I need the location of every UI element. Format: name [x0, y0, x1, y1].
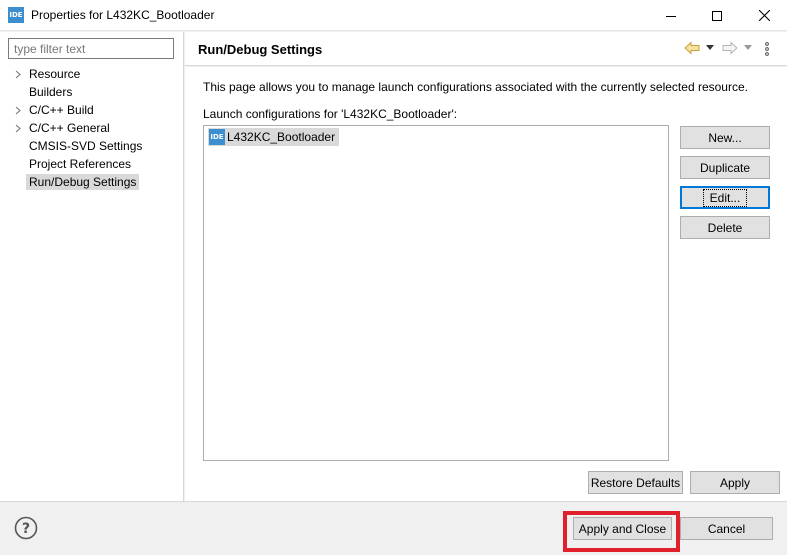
page-description: This page allows you to manage launch co… — [203, 80, 748, 94]
close-icon — [758, 10, 770, 21]
close-button[interactable] — [741, 0, 787, 31]
tree-item-label: C/C++ General — [29, 121, 110, 135]
back-button[interactable] — [684, 41, 700, 55]
list-item-label: L432KC_Bootloader — [227, 130, 336, 144]
tree-item-run-debug-settings[interactable]: Run/Debug Settings — [0, 173, 184, 191]
ide-app-icon: IDE — [8, 7, 24, 23]
tree-item-project-references[interactable]: Project References — [0, 155, 184, 173]
page-title: Run/Debug Settings — [198, 42, 323, 57]
navigation-pane: Resource Builders C/C++ Build C/C++ Gene… — [0, 32, 184, 501]
dropdown-arrow-icon — [744, 45, 752, 50]
cancel-button[interactable]: Cancel — [680, 517, 773, 540]
forward-menu-button[interactable] — [744, 45, 752, 50]
apply-button[interactable]: Apply — [690, 471, 780, 494]
edit-button-label: Edit... — [702, 188, 748, 207]
launch-configurations-label: Launch configurations for 'L432KC_Bootlo… — [203, 107, 458, 121]
tree-item-label: C/C++ Build — [29, 103, 94, 117]
dialog-button-bar: ? Apply and Close Cancel — [0, 501, 787, 555]
ide-config-icon: IDE — [209, 129, 225, 145]
help-button[interactable]: ? — [14, 516, 38, 540]
tree-item-resource[interactable]: Resource — [0, 65, 184, 83]
chevron-right-icon[interactable] — [13, 101, 23, 119]
page-header: Run/Debug Settings — [185, 32, 787, 66]
edit-button[interactable]: Edit... — [680, 186, 770, 209]
tree-item-label: Resource — [29, 67, 81, 81]
back-menu-button[interactable] — [706, 45, 714, 50]
page-body: This page allows you to manage launch co… — [185, 67, 787, 501]
tree-item-cpp-general[interactable]: C/C++ General — [0, 119, 184, 137]
back-arrow-icon — [684, 41, 700, 55]
title-bar: IDE Properties for L432KC_Bootloader — [0, 0, 787, 31]
new-button[interactable]: New... — [680, 126, 770, 149]
forward-arrow-icon — [722, 41, 738, 55]
forward-button[interactable] — [722, 41, 738, 55]
properties-page: Run/Debug Settings This page allows you … — [185, 32, 787, 501]
more-options-icon — [765, 42, 769, 56]
chevron-right-icon[interactable] — [13, 119, 23, 137]
tree-item-cpp-build[interactable]: C/C++ Build — [0, 101, 184, 119]
restore-defaults-button[interactable]: Restore Defaults — [588, 471, 683, 494]
tree-item-builders[interactable]: Builders — [0, 83, 184, 101]
svg-text:?: ? — [22, 521, 30, 537]
maximize-icon — [712, 10, 722, 21]
delete-button[interactable]: Delete — [680, 216, 770, 239]
filter-input[interactable] — [8, 38, 174, 59]
tree-item-label: Project References — [29, 157, 132, 171]
chevron-right-icon[interactable] — [13, 65, 23, 83]
launch-configurations-list[interactable]: IDE L432KC_Bootloader — [203, 125, 669, 461]
help-icon: ? — [14, 516, 38, 540]
tree-item-label: Run/Debug Settings — [26, 174, 140, 190]
minimize-button[interactable] — [648, 0, 694, 31]
tree-item-cmsis-svd-settings[interactable]: CMSIS-SVD Settings — [0, 137, 184, 155]
tree-item-label: Builders — [29, 85, 73, 99]
minimize-icon — [666, 15, 676, 17]
duplicate-button[interactable]: Duplicate — [680, 156, 770, 179]
tree-item-label: CMSIS-SVD Settings — [29, 139, 143, 153]
apply-and-close-button[interactable]: Apply and Close — [573, 517, 672, 540]
maximize-button[interactable] — [694, 0, 740, 31]
view-menu-button[interactable] — [765, 42, 769, 56]
window-title: Properties for L432KC_Bootloader — [31, 8, 215, 22]
list-item[interactable]: IDE L432KC_Bootloader — [208, 128, 340, 146]
dropdown-arrow-icon — [706, 45, 714, 50]
